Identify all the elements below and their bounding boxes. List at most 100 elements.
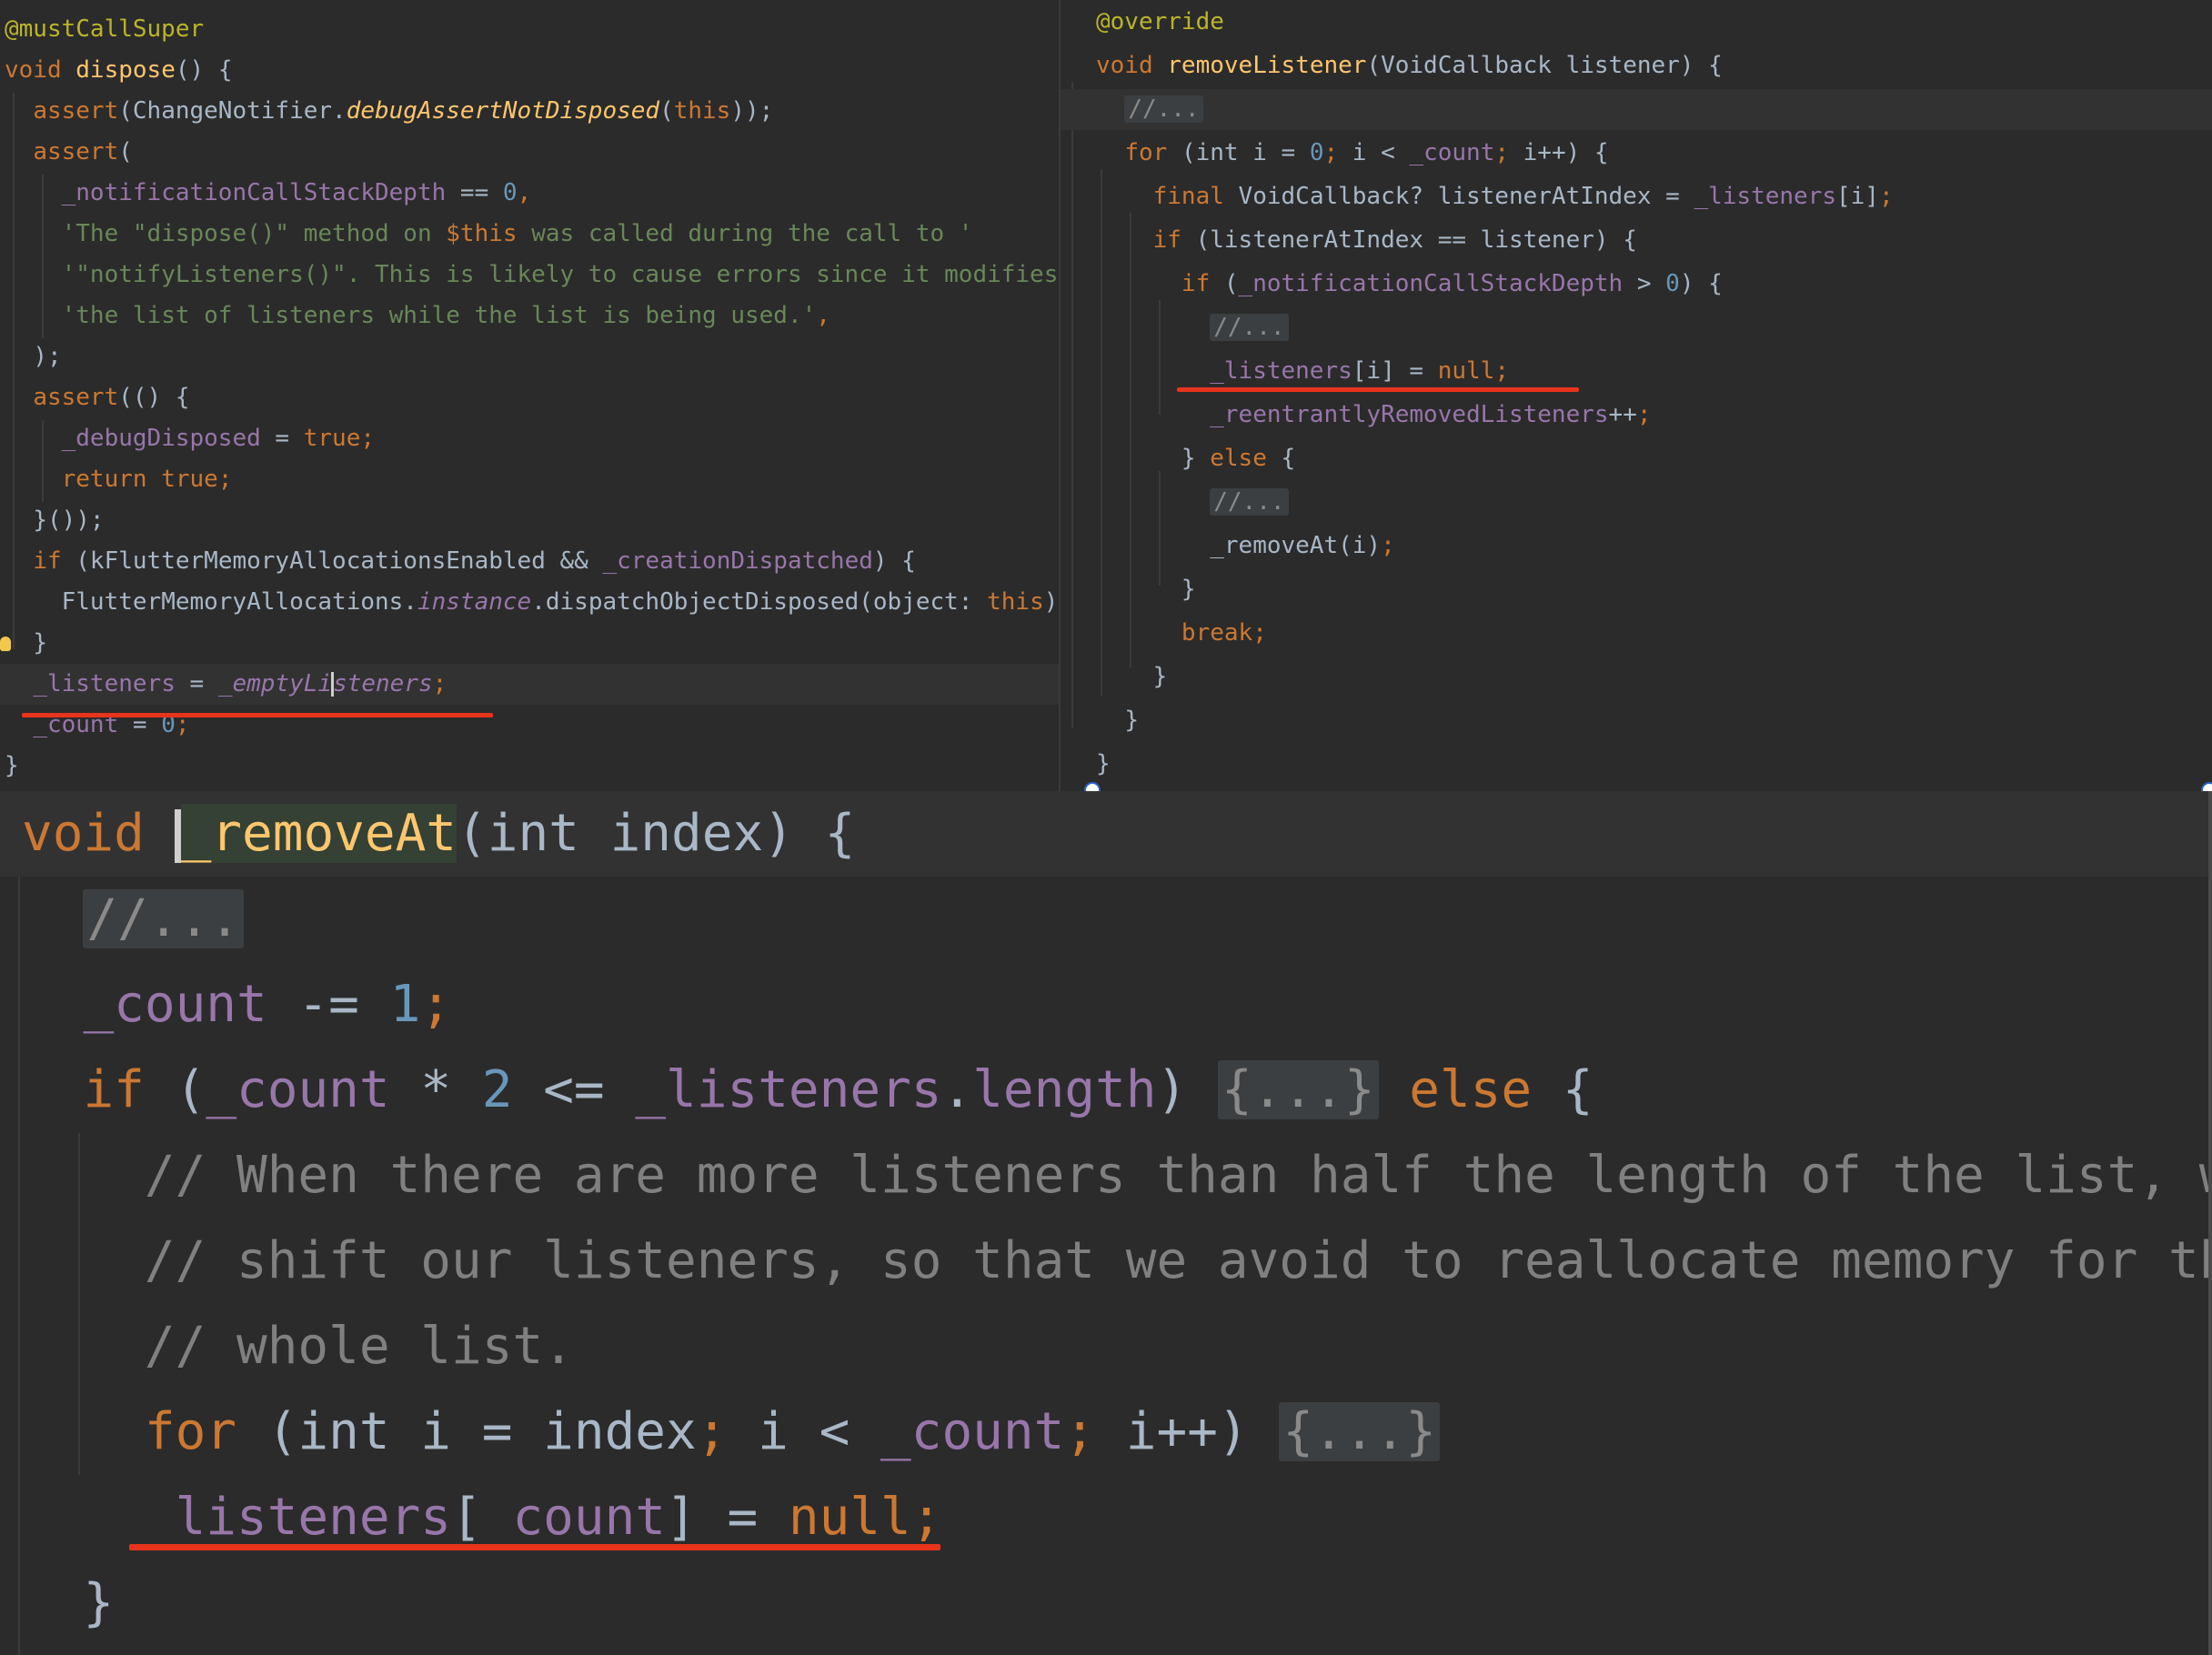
remove-at-code-panel[interactable]: void _removeAt(int index) { //... _count… (0, 791, 2212, 1655)
code-line[interactable]: if (_notificationCallStackDepth > 0) { (1061, 264, 2212, 305)
code-line[interactable]: //... (1061, 307, 2212, 348)
dispose-code-panel[interactable]: @mustCallSuper void dispose() { assert(Ch… (0, 0, 1059, 791)
code-token: = (175, 670, 218, 697)
code-line[interactable]: _listeners = _emptyListeners; (0, 664, 1059, 705)
code-line[interactable]: _listeners[i] = null; (1061, 351, 2212, 392)
code-token: == (446, 179, 503, 206)
code-token: void (1096, 52, 1168, 79)
code-token: _debugDisposed (61, 425, 261, 452)
code-line[interactable]: '"notifyListeners()". This is likely to … (0, 255, 1059, 296)
red-underline (22, 713, 493, 717)
code-line[interactable]: for (int i = 0; i < _count; i++) { (1061, 133, 2212, 174)
code-line[interactable]: //... (1061, 89, 2212, 130)
code-line[interactable]: void removeListener(VoidCallback listene… (1061, 45, 2212, 86)
code-line[interactable]: // shift our listeners, so that we avoid… (0, 1219, 2212, 1304)
code-line[interactable]: //... (1061, 482, 2212, 523)
code-line[interactable]: }()); (0, 500, 1059, 541)
code-token: i++) { (1523, 139, 1609, 166)
code-line[interactable]: return true; (0, 459, 1059, 500)
code-token: , (816, 302, 830, 329)
code-token: ] = (666, 1488, 789, 1547)
code-token: assert (33, 384, 119, 411)
code-line[interactable]: // whole list. (0, 1304, 2212, 1389)
code-token: 1 (389, 975, 421, 1034)
code-token: (kFlutterMemoryAllocationsEnabled && (75, 547, 603, 575)
code-token: (int i = (1181, 139, 1310, 166)
code-line[interactable]: // When there are more listeners than ha… (0, 1133, 2212, 1219)
lightbulb-icon[interactable] (0, 637, 11, 651)
code-line[interactable]: final VoidCallback? listenerAtIndex = _l… (1061, 176, 2212, 217)
code-token: ) (1156, 1060, 1218, 1119)
code-line[interactable]: assert( (0, 132, 1059, 173)
code-line[interactable]: assert(() { (0, 377, 1059, 418)
code-line[interactable]: if (kFlutterMemoryAllocationsEnabled && … (0, 541, 1059, 582)
code-token: final (1152, 183, 1239, 210)
code-token: length (972, 1060, 1157, 1119)
code-line[interactable]: @mustCallSuper (0, 9, 1059, 50)
code-line[interactable]: break; (1061, 613, 2212, 654)
code-token: , (517, 179, 532, 206)
code-token: ; (1381, 532, 1395, 559)
code-token: _emptyLi (217, 670, 333, 697)
code-line[interactable]: _removeAt(i); (1061, 526, 2212, 567)
code-line[interactable]: assert(ChangeNotifier.debugAssertNotDisp… (0, 91, 1059, 132)
code-line[interactable]: _debugDisposed = true; (0, 418, 1059, 459)
code-token: > (1623, 270, 1666, 297)
code-line[interactable]: _reentrantlyRemovedListeners++; (1061, 395, 2212, 436)
code-line[interactable]: } (0, 1560, 2212, 1646)
code-token: // shift our listeners, so that we avoid… (144, 1231, 2212, 1290)
code-line[interactable]: } else { (1061, 438, 2212, 479)
remove-listener-code-panel[interactable]: @override void removeListener(VoidCallbac… (1061, 0, 2212, 791)
code-line[interactable]: } (1061, 657, 2212, 697)
code-token: ) { (1679, 270, 1723, 297)
code-token: this (987, 588, 1044, 616)
code-line[interactable]: } (1061, 569, 2212, 610)
code-token: @mustCallSuper (5, 15, 205, 43)
code-line[interactable]: _count -= 1; (0, 962, 2212, 1048)
code-token: assert (33, 97, 119, 125)
code-line[interactable]: _count = 0; (0, 705, 1059, 746)
code-line[interactable]: } (1061, 744, 2212, 785)
scrollbar-edge[interactable] (2208, 791, 2212, 1655)
code-line[interactable]: ); (0, 336, 1059, 377)
code-token: //... (1210, 488, 1289, 516)
code-line[interactable]: //... (0, 877, 2212, 962)
code-line[interactable]: void dispose() { (0, 50, 1059, 91)
code-token: [i] = (1352, 357, 1438, 385)
code-line[interactable]: 'The "dispose()" method on $this was cal… (0, 214, 1059, 255)
code-line[interactable]: void _removeAt(int index) { (0, 791, 2212, 877)
code-token: _count (206, 1060, 390, 1119)
code-line[interactable]: 'the list of listeners while the list is… (0, 296, 1059, 336)
code-line[interactable]: _notificationCallStackDepth == 0, (0, 173, 1059, 214)
code-token: i < (1352, 139, 1410, 166)
code-token: <= (512, 1060, 636, 1119)
code-line[interactable]: } (0, 746, 1059, 787)
code-token: _count (481, 1488, 667, 1547)
code-token: _notificationCallStackDepth (1238, 270, 1624, 297)
code-line[interactable]: if (_count * 2 <= _listeners.length) {..… (0, 1048, 2212, 1133)
code-line[interactable]: FlutterMemoryAllocations.instance.dispat… (0, 582, 1059, 623)
code-token: ; (420, 975, 452, 1034)
code-token: [i] (1836, 183, 1879, 210)
code-line[interactable]: if (listenerAtIndex == listener) { (1061, 220, 2212, 261)
code-line[interactable]: for (int i = index; i < _count; i++) {..… (0, 1389, 2212, 1475)
code-line[interactable]: } (0, 623, 1059, 664)
code-token: ( (1223, 270, 1239, 297)
code-token: $this (446, 220, 518, 247)
code-token: ( (175, 1060, 206, 1119)
code-line[interactable]: @override (1061, 2, 2212, 43)
code-token: _count (83, 975, 267, 1034)
code-token: (int i = index (266, 1402, 697, 1461)
code-token: if (33, 547, 76, 575)
code-line[interactable]: } (1061, 700, 2212, 741)
code-token: '"notifyListeners()". This is likely to … (61, 261, 1059, 288)
